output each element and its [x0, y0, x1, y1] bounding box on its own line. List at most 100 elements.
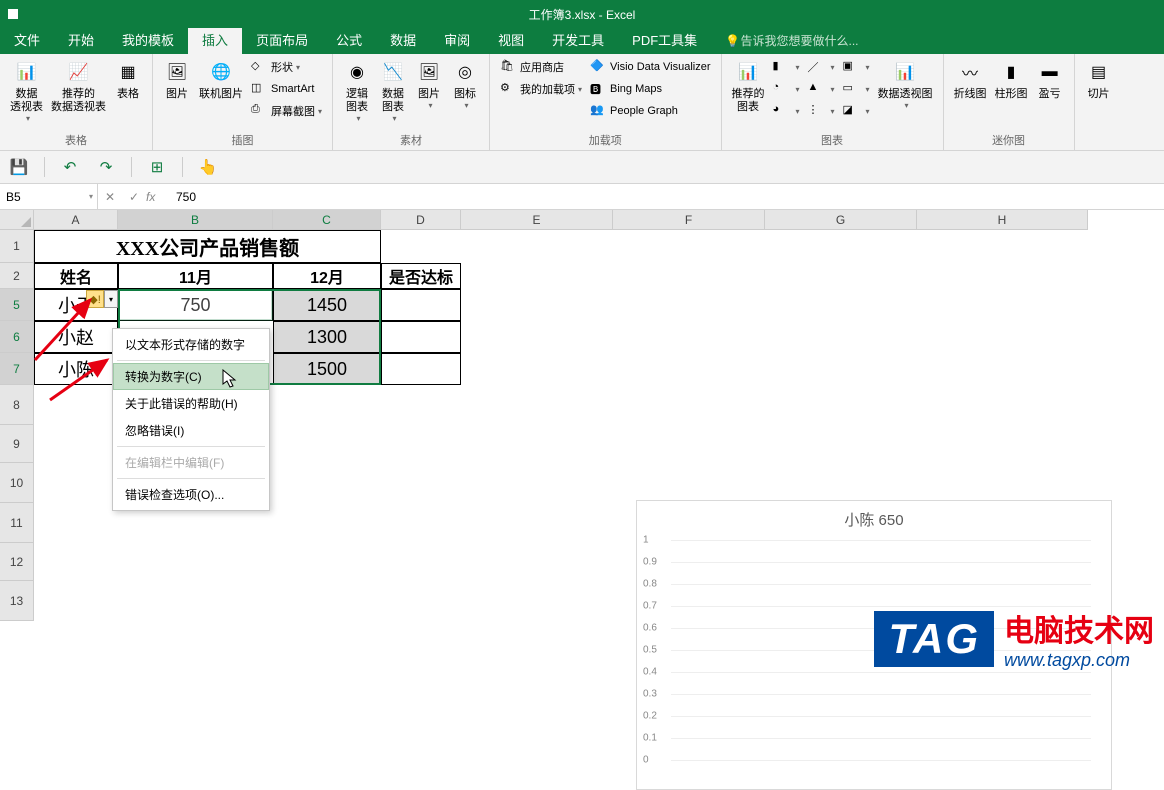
- redo-button[interactable]: ↷: [95, 156, 117, 178]
- row-header-7[interactable]: 7: [0, 353, 34, 385]
- pivot-table-button[interactable]: 📊数据透视表: [6, 56, 47, 125]
- col-header-g[interactable]: G: [765, 210, 917, 230]
- cell-header-pass[interactable]: 是否达标: [381, 263, 461, 289]
- undo-button[interactable]: ↶: [59, 156, 81, 178]
- ctx-convert-to-number[interactable]: 转换为数字(C): [113, 363, 269, 390]
- col-header-h[interactable]: H: [917, 210, 1088, 230]
- visio-button[interactable]: 🔷Visio Data Visualizer: [586, 56, 714, 78]
- sparkcolumn-button[interactable]: ▮柱形图: [991, 56, 1032, 103]
- col-header-a[interactable]: A: [34, 210, 118, 230]
- online-pictures-button[interactable]: 🌐联机图片: [195, 56, 247, 103]
- save-button[interactable]: 💾: [8, 156, 30, 178]
- cell-c6[interactable]: 1300: [273, 321, 381, 353]
- area-chart-button[interactable]: ▲: [804, 78, 839, 100]
- formula-input[interactable]: 750: [170, 190, 1164, 204]
- cell-title[interactable]: XXX公司产品销售额: [34, 230, 381, 263]
- cell-c5[interactable]: 1450: [273, 289, 381, 321]
- col-header-d[interactable]: D: [381, 210, 461, 230]
- tab-file[interactable]: 文件: [0, 25, 54, 54]
- cell-header-dec[interactable]: 12月: [273, 263, 381, 289]
- pie-chart-button[interactable]: ◕: [769, 100, 804, 122]
- ctx-ignore-error[interactable]: 忽略错误(I): [113, 417, 269, 444]
- shapes-button[interactable]: ◇形状: [247, 56, 326, 78]
- material-pic-button[interactable]: 🖼图片: [411, 56, 447, 112]
- data-chart-button[interactable]: 📉数据图表: [375, 56, 411, 125]
- row-header-1[interactable]: 1: [0, 230, 34, 263]
- logic-chart-button[interactable]: ◉逻辑图表: [339, 56, 375, 125]
- recommended-pivot-button[interactable]: 📈推荐的数据透视表: [47, 56, 110, 116]
- col-header-c[interactable]: C: [273, 210, 381, 230]
- my-addins-button[interactable]: ⚙我的加载项: [496, 78, 586, 100]
- slicer-button[interactable]: ▤切片: [1081, 56, 1117, 103]
- smartart-button[interactable]: ◫SmartArt: [247, 78, 326, 100]
- tab-data[interactable]: 数据: [376, 25, 430, 54]
- cell-d7[interactable]: [381, 353, 461, 385]
- maticon-label: 图标: [454, 88, 476, 101]
- row-header-12[interactable]: 12: [0, 543, 34, 581]
- col-header-f[interactable]: F: [613, 210, 765, 230]
- tab-review[interactable]: 审阅: [430, 25, 484, 54]
- people-graph-button[interactable]: 👥People Graph: [586, 100, 714, 122]
- ctx-error-options[interactable]: 错误检查选项(O)...: [113, 481, 269, 508]
- worksheet-grid[interactable]: A B C D E F G H 1 2 5 6 7 8 9 10 11 12 1…: [0, 210, 1164, 673]
- tab-pdf[interactable]: PDF工具集: [618, 25, 711, 54]
- table-button[interactable]: ▦表格: [110, 56, 146, 103]
- tab-view[interactable]: 视图: [484, 25, 538, 54]
- cell-d5[interactable]: [381, 289, 461, 321]
- row-header-13[interactable]: 13: [0, 581, 34, 621]
- row-header-5[interactable]: 5: [0, 289, 34, 321]
- screenshot-button[interactable]: ⎙屏幕截图: [247, 100, 326, 122]
- col-header-e[interactable]: E: [461, 210, 613, 230]
- bing-maps-button[interactable]: 🅱Bing Maps: [586, 78, 714, 100]
- cell-a7[interactable]: 小陈: [34, 353, 118, 385]
- winloss-button[interactable]: ▬盈亏: [1032, 56, 1068, 103]
- stat-chart-button[interactable]: ▭: [839, 78, 874, 100]
- insert-cells-button[interactable]: ⊞: [146, 156, 168, 178]
- error-indicator-icon[interactable]: ◆!: [86, 290, 104, 308]
- confirm-formula-button[interactable]: ✓: [122, 190, 146, 204]
- tab-formula[interactable]: 公式: [322, 25, 376, 54]
- ctx-separator: [117, 478, 265, 479]
- cell-b5[interactable]: 750: [118, 289, 273, 321]
- select-all-button[interactable]: [0, 210, 34, 230]
- name-box[interactable]: B5: [0, 184, 98, 209]
- material-icon-button[interactable]: ◎图标: [447, 56, 483, 112]
- store-label: 应用商店: [520, 59, 564, 75]
- hierarchy-button[interactable]: ◔: [769, 78, 804, 100]
- combo-chart-button[interactable]: ◪: [839, 100, 874, 122]
- tab-developer[interactable]: 开发工具: [538, 25, 618, 54]
- column-headers: A B C D E F G H: [34, 210, 1088, 230]
- cell-a6[interactable]: 小赵: [34, 321, 118, 353]
- row-header-8[interactable]: 8: [0, 385, 34, 425]
- treemap-button[interactable]: ▣: [839, 56, 874, 78]
- error-dropdown-button[interactable]: ▾: [104, 290, 118, 308]
- line-chart-button[interactable]: ／: [804, 56, 839, 78]
- row-header-6[interactable]: 6: [0, 321, 34, 353]
- linechart-icon: ／: [808, 59, 824, 75]
- row-header-10[interactable]: 10: [0, 463, 34, 503]
- recommended-charts-button[interactable]: 📊推荐的图表: [728, 56, 769, 116]
- fx-icon[interactable]: fx: [146, 190, 170, 204]
- touch-mode-button[interactable]: 👆: [197, 156, 219, 178]
- cell-d6[interactable]: [381, 321, 461, 353]
- cancel-formula-button[interactable]: ✕: [98, 190, 122, 204]
- tab-pagelayout[interactable]: 页面布局: [242, 25, 322, 54]
- sparkline-button[interactable]: 〰折线图: [950, 56, 991, 103]
- app-store-button[interactable]: 🛍应用商店: [496, 56, 586, 78]
- row-header-2[interactable]: 2: [0, 263, 34, 289]
- pictures-button[interactable]: 🖼图片: [159, 56, 195, 103]
- cell-header-nov[interactable]: 11月: [118, 263, 273, 289]
- cell-header-name[interactable]: 姓名: [34, 263, 118, 289]
- scatter-button[interactable]: ⋮: [804, 100, 839, 122]
- tab-mytemplate[interactable]: 我的模板: [108, 25, 188, 54]
- tellme-search[interactable]: 💡 告诉我您想要做什么...: [711, 27, 872, 54]
- bar-chart-button[interactable]: ▮: [769, 56, 804, 78]
- pivot-chart-button[interactable]: 📊数据透视图: [874, 56, 937, 112]
- row-header-9[interactable]: 9: [0, 425, 34, 463]
- cell-c7[interactable]: 1500: [273, 353, 381, 385]
- ctx-error-help[interactable]: 关于此错误的帮助(H): [113, 390, 269, 417]
- col-header-b[interactable]: B: [118, 210, 273, 230]
- tab-insert[interactable]: 插入: [188, 25, 242, 54]
- tab-home[interactable]: 开始: [54, 25, 108, 54]
- row-header-11[interactable]: 11: [0, 503, 34, 543]
